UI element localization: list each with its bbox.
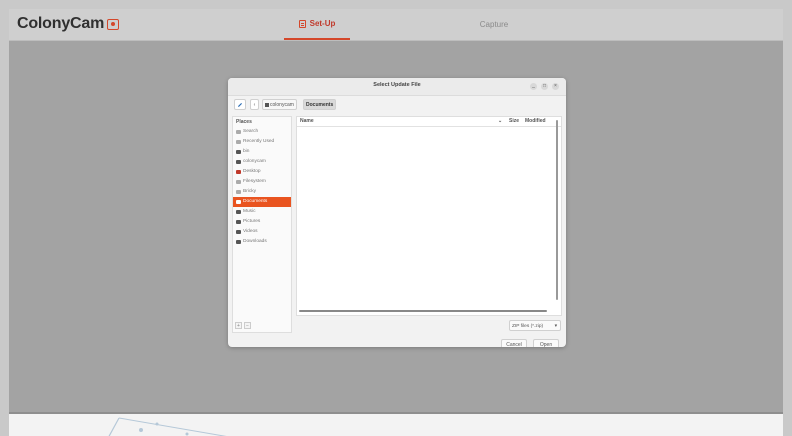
edit-location-button[interactable] <box>234 99 246 110</box>
sort-arrow-icon: ⌄ <box>498 118 503 124</box>
app-window: ColonyCam Set-Up Capture Select Update F… <box>9 9 783 436</box>
crumb-documents[interactable]: Documents <box>303 99 337 110</box>
place-recently-used[interactable]: Recently Used <box>233 137 291 147</box>
tab-capture[interactable]: Capture <box>464 9 524 40</box>
place-pictures[interactable]: Pictures <box>233 217 291 227</box>
clock-icon <box>236 140 241 144</box>
cancel-button[interactable]: Cancel <box>501 339 527 347</box>
minimize-button[interactable]: _ <box>530 83 537 90</box>
place-label: Desktop <box>243 169 261 174</box>
place-label: Search <box>243 129 259 134</box>
open-button[interactable]: Open <box>533 339 559 347</box>
back-button[interactable]: ‹ <box>250 99 259 110</box>
path-bar: ‹ colonycam Documents <box>228 96 566 115</box>
search-icon <box>236 130 241 134</box>
folder-icon <box>236 200 241 204</box>
place-label: colonycam <box>243 159 266 164</box>
crumb-colonycam-label: colonycam <box>270 102 294 108</box>
place-filesystem[interactable]: Filesystem <box>233 177 291 187</box>
column-name[interactable]: Name <box>300 117 314 126</box>
place-videos[interactable]: Videos <box>233 227 291 237</box>
tab-set-up-label: Set-Up <box>309 19 336 28</box>
place-music[interactable]: Music <box>233 207 291 217</box>
maximize-button[interactable]: □ <box>541 83 548 90</box>
folder-icon <box>236 240 241 244</box>
place-colonycam[interactable]: colonycam <box>233 157 291 167</box>
file-type-filter[interactable]: ZIP files (*.zip) ▾ <box>509 320 561 331</box>
place-label: Videos <box>243 229 258 234</box>
pencil-icon <box>238 102 242 107</box>
clipboard-icon <box>298 19 306 28</box>
place-bricky[interactable]: Bricky <box>233 187 291 197</box>
column-size[interactable]: Size <box>509 117 519 126</box>
file-list-header: Name ⌄ Size Modified <box>297 117 561 127</box>
drive-icon <box>236 180 241 184</box>
horizontal-scrollbar[interactable] <box>299 310 547 312</box>
add-place-button[interactable]: + <box>235 322 242 329</box>
place-label: Music <box>243 209 256 214</box>
dialog-title-bar: Select Update File _ □ × <box>228 78 566 96</box>
desktop-icon <box>236 170 241 174</box>
place-downloads[interactable]: Downloads <box>233 237 291 247</box>
file-list[interactable]: Name ⌄ Size Modified <box>296 116 562 316</box>
app-logo: ColonyCam <box>17 15 120 33</box>
place-label: Bricky <box>243 189 257 194</box>
crumb-colonycam[interactable]: colonycam <box>262 99 297 110</box>
camera-icon <box>107 18 120 30</box>
places-sidebar: Places Search Recently Used bin colonyca… <box>232 116 292 333</box>
place-label: Downloads <box>243 239 267 244</box>
close-button[interactable]: × <box>552 83 559 90</box>
remove-place-button[interactable]: − <box>244 322 251 329</box>
places-header: Places <box>236 119 252 125</box>
logo-text: ColonyCam <box>17 15 105 32</box>
column-modified[interactable]: Modified <box>525 117 546 126</box>
place-search[interactable]: Search <box>233 127 291 137</box>
tab-set-up[interactable]: Set-Up <box>284 9 350 40</box>
place-label: Recently Used <box>243 139 275 144</box>
vertical-scrollbar[interactable] <box>556 120 558 300</box>
chevron-down-icon: ▾ <box>554 324 557 329</box>
place-label: bin <box>243 149 250 154</box>
folder-icon <box>236 150 241 154</box>
folder-icon <box>236 220 241 224</box>
dialog-title: Select Update File <box>373 82 421 88</box>
place-desktop[interactable]: Desktop <box>233 167 291 177</box>
top-bar: ColonyCam Set-Up Capture <box>9 9 783 41</box>
place-label: Filesystem <box>243 179 266 184</box>
select-file-dialog: Select Update File _ □ × ‹ colonycam Doc… <box>228 78 566 347</box>
drive-icon <box>236 190 241 194</box>
home-icon <box>236 160 241 164</box>
places-footer: + − <box>235 322 251 329</box>
place-documents[interactable]: Documents <box>233 197 291 207</box>
place-bin[interactable]: bin <box>233 147 291 157</box>
folder-icon <box>236 230 241 234</box>
tab-capture-label: Capture <box>479 20 509 29</box>
decorative-graphic <box>108 417 227 436</box>
content-area <box>9 412 783 436</box>
home-icon <box>265 102 269 107</box>
file-type-filter-value: ZIP files (*.zip) <box>512 324 544 329</box>
place-label: Documents <box>243 199 268 204</box>
folder-icon <box>236 210 241 214</box>
place-label: Pictures <box>243 219 261 224</box>
